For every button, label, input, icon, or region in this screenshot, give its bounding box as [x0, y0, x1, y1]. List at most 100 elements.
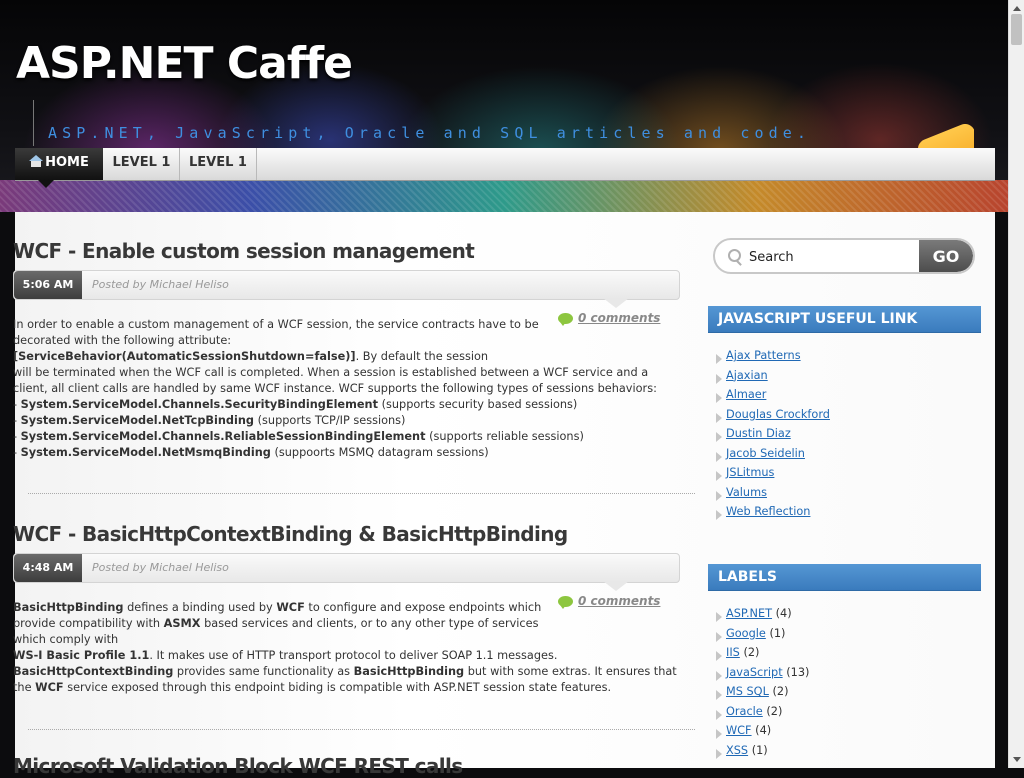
chevron-right-icon [716, 412, 722, 423]
post-text: provides same functionality as [173, 665, 354, 678]
main-navigation: HOME LEVEL 1 LEVEL 1 [15, 148, 995, 181]
link-jslitmus[interactable]: JSLitmus [726, 466, 774, 479]
label-count: (4) [775, 607, 792, 620]
chevron-right-icon [716, 690, 722, 700]
list-item: WCF (4) [714, 724, 809, 744]
link-douglas-crockford[interactable]: Douglas Crockford [726, 408, 830, 421]
label-xss[interactable]: XSS [726, 744, 748, 757]
vertical-scrollbar[interactable] [1008, 0, 1024, 768]
active-nav-pointer [38, 180, 54, 188]
label-count: (1) [769, 626, 786, 640]
post-time: 4:48 AM [14, 554, 82, 582]
list-item: Google (1) [714, 627, 809, 647]
post-3: Microsoft Validation Block WCF REST call… [13, 754, 680, 778]
label-iis[interactable]: IIS [726, 646, 740, 659]
bullet-desc: (supports reliable sessions) [425, 430, 584, 443]
post-text: with the following attribute: [73, 334, 232, 347]
nav-level-1[interactable]: LEVEL 1 [104, 148, 180, 180]
scrollbar-thumb[interactable] [1011, 14, 1022, 45]
class-name: System.ServiceModel.NetTcpBinding [20, 414, 255, 427]
site-title[interactable]: ASP.NET Caffe [16, 38, 353, 89]
term: BasicHttpBinding [13, 601, 124, 614]
post-title[interactable]: WCF - Enable custom session management [13, 239, 680, 263]
rss-feed-icon[interactable] [918, 124, 974, 150]
class-name: System.ServiceModel.NetMsmqBinding [20, 446, 271, 459]
meta-bar-notch [603, 581, 629, 591]
class-name: System.ServiceModel.Channels.SecurityBin… [20, 398, 378, 411]
nav-level-1-second-label: LEVEL 1 [189, 155, 247, 170]
list-item: IIS (2) [714, 646, 809, 666]
label-aspnet[interactable]: ASP.NET [726, 607, 772, 620]
term: WCF [276, 601, 305, 614]
class-name: System.ServiceModel.Channels.ReliableSes… [20, 430, 426, 443]
label-count: (2) [743, 646, 760, 659]
search-input[interactable] [747, 247, 921, 267]
code-attribute: [ServiceBehavior(AutomaticSessionShutdow… [13, 350, 356, 363]
term: WCF [35, 681, 64, 694]
post-title[interactable]: Microsoft Validation Block WCF REST call… [13, 754, 680, 778]
list-item: Ajaxian [714, 369, 830, 389]
post-text: defines a binding used by [123, 601, 277, 614]
link-valums[interactable]: Valums [726, 486, 767, 499]
search-go-button[interactable]: GO [919, 240, 973, 272]
javascript-links-heading: JAVASCRIPT USEFUL LINK [708, 306, 981, 333]
label-wcf[interactable]: WCF [726, 724, 752, 737]
term: BasicHttpBinding [353, 665, 465, 678]
post-paragraph: WS-I Basic Profile 1.1. It makes use of … [13, 648, 681, 696]
list-item: Almaer [714, 388, 830, 408]
tagline-divider [33, 100, 34, 146]
labels-heading: LABELS [708, 564, 981, 591]
chevron-right-icon [716, 651, 722, 661]
labels-list: ASP.NET (4) Google (1) IIS (2) JavaScrip… [714, 607, 809, 763]
label-count: (2) [772, 685, 789, 698]
post-text: . By default the session [355, 350, 489, 363]
post-author: Posted by Michael Heliso [92, 561, 229, 574]
chevron-right-icon [716, 373, 722, 384]
label-count: (4) [755, 724, 772, 737]
bullet-line: - System.ServiceModel.Channels.SecurityB… [13, 398, 578, 411]
chevron-right-icon [716, 354, 722, 364]
post-meta-bar: 5:06 AM Posted by Michael Heliso [13, 270, 680, 300]
post-paragraph: BasicHttpBinding defines a binding used … [13, 600, 553, 648]
list-item: ASP.NET (4) [714, 607, 809, 627]
list-item: XSS (1) [714, 744, 809, 764]
meta-bar-notch [603, 298, 629, 308]
list-item: MS SQL (2) [714, 685, 809, 705]
label-google[interactable]: Google [726, 627, 766, 640]
post-paragraph: In order to enable a custom management o… [13, 317, 553, 365]
term: BasicHttpContextBinding [13, 665, 174, 678]
search-icon [728, 249, 741, 262]
list-item: Oracle (2) [714, 705, 809, 725]
link-jacob-seidelin[interactable]: Jacob Seidelin [726, 447, 805, 460]
post-text: . It makes use of HTTP transport protoco… [149, 649, 558, 662]
scroll-up-arrow-icon[interactable] [1013, 6, 1021, 11]
list-item: Ajax Patterns [714, 349, 830, 369]
link-dustin-diaz[interactable]: Dustin Diaz [726, 427, 791, 440]
list-item: Web Reflection [714, 505, 830, 525]
post-1: WCF - Enable custom session management 5… [13, 239, 680, 459]
chevron-right-icon [716, 490, 722, 501]
label-javascript[interactable]: JavaScript [726, 666, 783, 679]
label-count: (2) [766, 704, 783, 718]
link-almaer[interactable]: Almaer [726, 388, 766, 401]
label-count: (1) [751, 743, 768, 757]
chevron-right-icon [716, 471, 722, 481]
chevron-right-icon [716, 670, 722, 681]
term: ASMX [163, 617, 201, 630]
label-ms-sql[interactable]: MS SQL [726, 685, 769, 698]
post-title[interactable]: WCF - BasicHttpContextBinding & BasicHtt… [13, 522, 680, 546]
site-tagline: ASP.NET, JavaScript, Oracle and SQL arti… [48, 124, 812, 142]
link-ajax-patterns[interactable]: Ajax Patterns [726, 349, 801, 362]
scroll-down-arrow-icon[interactable] [1013, 757, 1021, 762]
list-item: Valums [714, 486, 830, 506]
chevron-right-icon [716, 393, 722, 403]
link-ajaxian[interactable]: Ajaxian [726, 369, 768, 382]
list-item: JavaScript (13) [714, 666, 809, 686]
label-oracle[interactable]: Oracle [726, 705, 763, 718]
link-web-reflection[interactable]: Web Reflection [726, 505, 810, 518]
nav-level-1-second[interactable]: LEVEL 1 [180, 148, 257, 180]
chevron-right-icon [716, 748, 722, 759]
chevron-right-icon [716, 729, 722, 739]
nav-home[interactable]: HOME [15, 148, 103, 180]
list-item: Jacob Seidelin [714, 447, 830, 467]
